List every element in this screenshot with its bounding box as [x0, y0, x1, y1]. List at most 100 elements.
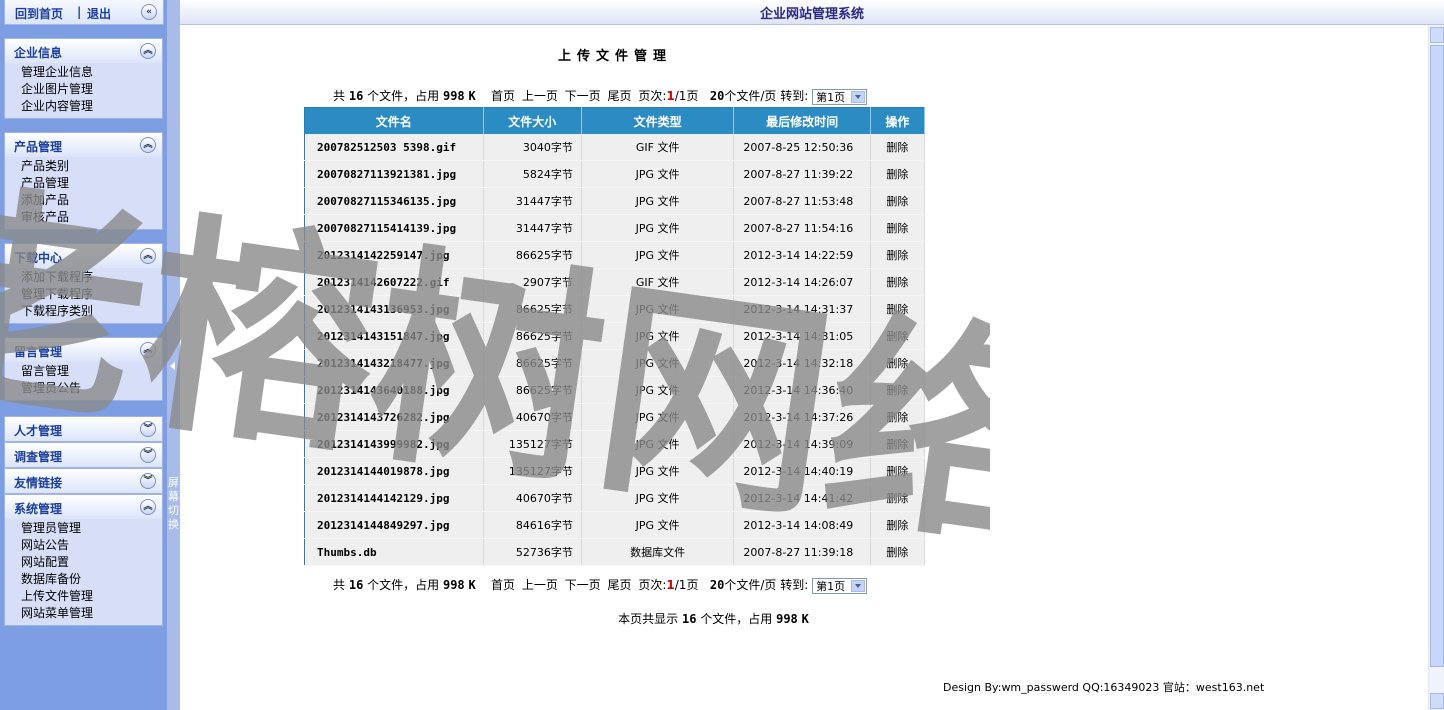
pager-prev-link[interactable]: 上一页	[522, 578, 558, 592]
sidebar-item-db-backup[interactable]: 数据库备份	[5, 571, 162, 588]
dropdown-arrow-icon[interactable]	[851, 579, 866, 592]
cell-filename: 20070827113921381.jpg	[304, 160, 484, 188]
pager-first-link[interactable]: 首页	[491, 89, 515, 103]
file-table: 文件名 文件大小 文件类型 最后修改时间 操作 200782512503 539…	[304, 107, 926, 566]
pager-total-prefix: 共	[333, 578, 346, 592]
summary-size: 998	[776, 612, 798, 626]
cell-filename: 2012314143136953.jpg	[304, 295, 484, 323]
screen-switch-label[interactable]: 屏幕切换	[167, 476, 180, 532]
page-select[interactable]: 第1页	[812, 577, 868, 594]
menu-header-links[interactable]: 友情链接 ︾	[5, 469, 162, 493]
delete-link[interactable]: 删除	[886, 303, 908, 316]
menu-header-system[interactable]: 系统管理 ︽	[5, 495, 162, 519]
delete-link[interactable]: 删除	[886, 519, 908, 532]
pager-current-page: 1	[666, 89, 675, 103]
delete-link[interactable]: 删除	[886, 249, 908, 262]
sidebar-item-site-menu[interactable]: 网站菜单管理	[5, 605, 162, 622]
chevron-down-icon[interactable]: ︾	[140, 447, 156, 463]
page-select[interactable]: 第1页	[812, 88, 868, 105]
chevron-down-icon[interactable]: ︾	[140, 473, 156, 489]
delete-link[interactable]: 删除	[886, 465, 908, 478]
pager-prev-link[interactable]: 上一页	[522, 89, 558, 103]
menu-header-company[interactable]: 企业信息 ︽	[5, 39, 162, 63]
chevron-up-icon[interactable]: ︽	[140, 137, 156, 153]
page-title: 上传文件管理	[557, 49, 672, 64]
cell-action: 删除	[870, 511, 926, 539]
pager-first-link[interactable]: 首页	[491, 578, 515, 592]
pager-size: 998	[442, 89, 465, 103]
sidebar-item-product-category[interactable]: 产品类别	[5, 158, 162, 175]
cell-type: JPG 文件	[581, 322, 735, 350]
table-row: 2012314143136953.jpg 86625字节 JPG 文件 2012-3-…	[304, 295, 926, 323]
pager-last-link[interactable]: 尾页	[608, 578, 632, 592]
col-header-action: 操作	[870, 107, 926, 134]
cell-size: 86625字节	[483, 349, 582, 377]
col-header-type: 文件类型	[581, 107, 735, 134]
cell-modified: 2012-3-14 14:40:19	[733, 457, 871, 485]
delete-link[interactable]: 删除	[886, 276, 908, 289]
delete-link[interactable]: 删除	[886, 438, 908, 451]
menu-header-survey[interactable]: 调查管理 ︾	[5, 443, 162, 467]
cell-modified: 2012-3-14 14:26:07	[733, 268, 871, 296]
menu-header-downloads[interactable]: 下载中心 ︽	[5, 244, 162, 268]
pager-next-link[interactable]: 下一页	[565, 89, 601, 103]
dropdown-arrow-icon[interactable]	[851, 90, 866, 103]
chevron-up-icon[interactable]: ︽	[140, 248, 156, 264]
sidebar-item-admin-notice[interactable]: 管理员公告	[5, 380, 162, 397]
cell-modified: 2012-3-14 14:39:09	[733, 430, 871, 458]
delete-link[interactable]: 删除	[886, 411, 908, 424]
home-link[interactable]: 回到首页	[15, 5, 63, 22]
collapse-sidebar-icon[interactable]: «	[141, 4, 157, 20]
scroll-down-icon[interactable]	[1430, 693, 1444, 709]
page-select-value: 第1页	[816, 90, 846, 104]
sidebar-item-messages[interactable]: 留言管理	[5, 363, 162, 380]
sidebar-item-company-content[interactable]: 企业内容管理	[5, 98, 162, 115]
menu-header-talent[interactable]: 人才管理 ︾	[5, 417, 162, 441]
delete-link[interactable]: 删除	[886, 222, 908, 235]
delete-link[interactable]: 删除	[886, 168, 908, 181]
delete-link[interactable]: 删除	[886, 195, 908, 208]
delete-link[interactable]: 删除	[886, 357, 908, 370]
cell-modified: 2007-8-27 11:54:16	[733, 214, 871, 242]
chevron-up-icon[interactable]: ︽	[140, 342, 156, 358]
sidebar-item-site-config[interactable]: 网站配置	[5, 554, 162, 571]
pager-next-link[interactable]: 下一页	[565, 578, 601, 592]
delete-link[interactable]: 删除	[886, 330, 908, 343]
pager-file-count: 16	[348, 578, 364, 592]
delete-link[interactable]: 删除	[886, 141, 908, 154]
scroll-thumb[interactable]	[1430, 45, 1444, 667]
page-summary: 本页共显示 16 个文件，占用 998 K	[180, 610, 1247, 627]
cell-filename: 2012314144849297.jpg	[304, 511, 484, 539]
cell-modified: 2012-3-14 14:22:59	[733, 241, 871, 269]
sidebar-item-manage-download[interactable]: 管理下载程序	[5, 286, 162, 303]
sidebar-item-product-manage[interactable]: 产品管理	[5, 175, 162, 192]
vertical-scrollbar[interactable]	[1428, 25, 1444, 710]
menu-group-company: 企业信息 ︽ 管理企业信息 企业图片管理 企业内容管理	[4, 38, 163, 119]
cell-type: JPG 文件	[581, 241, 735, 269]
cell-size: 52736字节	[483, 538, 582, 566]
screen-splitter[interactable]: 屏幕切换	[167, 0, 180, 710]
chevron-up-icon[interactable]: ︽	[140, 499, 156, 515]
menu-group-products: 产品管理 ︽ 产品类别 产品管理 添加产品 审核产品	[4, 132, 163, 230]
delete-link[interactable]: 删除	[886, 546, 908, 559]
chevron-up-icon[interactable]: ︽	[140, 43, 156, 59]
collapse-arrow-icon[interactable]	[170, 362, 175, 370]
scroll-up-icon[interactable]	[1430, 27, 1444, 43]
sidebar-item-site-notice[interactable]: 网站公告	[5, 537, 162, 554]
menu-header-messages[interactable]: 留言管理 ︽	[5, 338, 162, 362]
sidebar-item-add-product[interactable]: 添加产品	[5, 192, 162, 209]
chevron-down-icon[interactable]: ︾	[140, 421, 156, 437]
sidebar-item-admin-manage[interactable]: 管理员管理	[5, 520, 162, 537]
sidebar-item-upload-files[interactable]: 上传文件管理	[5, 588, 162, 605]
sidebar-item-download-category[interactable]: 下载程序类别	[5, 303, 162, 320]
delete-link[interactable]: 删除	[886, 492, 908, 505]
sidebar-item-company-images[interactable]: 企业图片管理	[5, 81, 162, 98]
pager-last-link[interactable]: 尾页	[608, 89, 632, 103]
menu-header-products[interactable]: 产品管理 ︽	[5, 133, 162, 157]
logout-link[interactable]: 退出	[87, 5, 111, 22]
sidebar-item-manage-company[interactable]: 管理企业信息	[5, 64, 162, 81]
table-row: 2012314142607222.gif 2907字节 GIF 文件 2012-3-1…	[304, 268, 926, 296]
delete-link[interactable]: 删除	[886, 384, 908, 397]
sidebar-item-review-product[interactable]: 审核产品	[5, 209, 162, 226]
sidebar-item-add-download[interactable]: 添加下载程序	[5, 269, 162, 286]
